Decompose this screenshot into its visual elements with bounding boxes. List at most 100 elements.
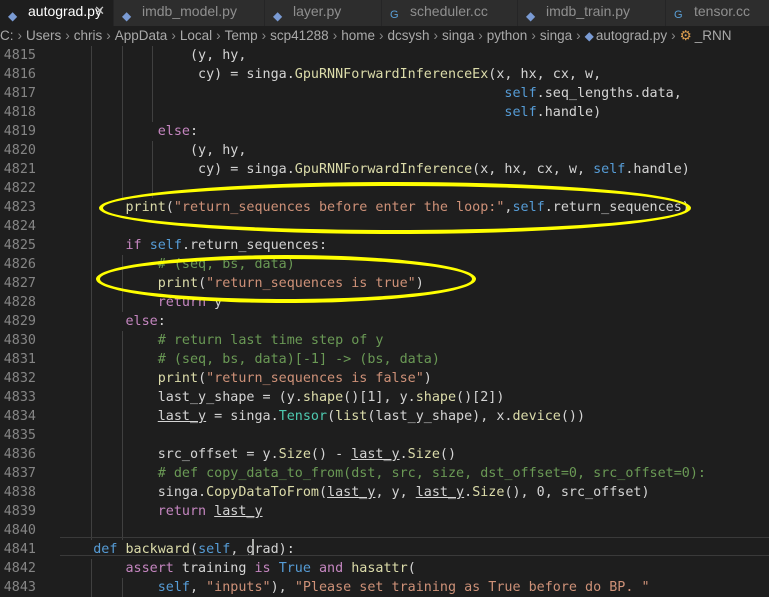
- chevron-right-icon: ›: [378, 28, 384, 43]
- tab-label: layer.py: [293, 3, 342, 19]
- tab-autograd-py[interactable]: ◆ autograd.py ✕: [0, 0, 113, 26]
- line-number: 4841: [3, 542, 36, 557]
- chevron-right-icon: ›: [433, 28, 439, 43]
- breadcrumb-item[interactable]: autograd.py: [596, 28, 667, 43]
- chevron-right-icon: ›: [261, 28, 267, 43]
- highlight-ellipse-print-before-loop: [99, 182, 691, 234]
- code-text: src_offset = y.Size() - last_y.Size(): [61, 447, 457, 462]
- text-cursor: [252, 539, 254, 555]
- breadcrumb-item[interactable]: Local: [180, 28, 212, 43]
- close-icon[interactable]: ✕: [94, 0, 105, 22]
- code-editor[interactable]: 4843 self, "inputs"), "Please set traini…: [0, 46, 769, 597]
- code-text: self.seq_lengths.data,: [504, 86, 682, 101]
- line-number: 4830: [3, 333, 36, 348]
- code-line[interactable]: 4818 self.handle): [0, 103, 769, 122]
- code-line[interactable]: 4839 return last_y: [0, 502, 769, 521]
- code-line[interactable]: 4825 if self.return_sequences:: [0, 236, 769, 255]
- line-number: 4822: [3, 181, 36, 196]
- code-line[interactable]: 4816 cy) = singa.GpuRNNForwardInferenceE…: [0, 65, 769, 84]
- line-number: 4831: [3, 352, 36, 367]
- line-number: 4840: [3, 523, 36, 538]
- line-number: 4826: [3, 257, 36, 272]
- code-line[interactable]: 4820 (y, hy,: [0, 141, 769, 160]
- code-line[interactable]: 4843 self, "inputs"), "Please set traini…: [0, 578, 769, 597]
- line-number: 4842: [3, 561, 36, 576]
- python-file-icon: ◆: [584, 29, 594, 43]
- chevron-right-icon: ›: [171, 28, 176, 43]
- tab-imdb-train-py[interactable]: ◆ imdb_train.py: [518, 0, 665, 26]
- code-line[interactable]: 4819 else:: [0, 122, 769, 141]
- line-number: 4836: [3, 447, 36, 462]
- breadcrumb-item[interactable]: _RNN: [695, 28, 732, 43]
- code-line[interactable]: 4835: [0, 426, 769, 445]
- tab-scheduler-cc[interactable]: G scheduler.cc: [382, 0, 517, 26]
- code-text: self.handle): [504, 105, 602, 120]
- chevron-right-icon: ›: [17, 28, 23, 43]
- tab-tensor-cc[interactable]: G tensor.cc: [666, 0, 769, 26]
- breadcrumb-item[interactable]: singa: [540, 28, 572, 43]
- tab-imdb-model-py[interactable]: ◆ imdb_model.py: [114, 0, 264, 26]
- breadcrumb-item[interactable]: chris: [74, 28, 103, 43]
- code-line[interactable]: 4836 src_offset = y.Size() - last_y.Size…: [0, 445, 769, 464]
- breadcrumb-item[interactable]: scp41288: [270, 28, 329, 43]
- breadcrumb-item[interactable]: singa: [442, 28, 474, 43]
- code-text: (y, hy,: [61, 143, 247, 158]
- chevron-right-icon: ›: [531, 28, 536, 43]
- code-line[interactable]: 4842 assert training is True and hasattr…: [0, 559, 769, 578]
- python-file-icon: ◆: [273, 9, 283, 23]
- tab-label: tensor.cc: [694, 3, 751, 19]
- current-line-highlight: [60, 537, 769, 556]
- line-number: 4817: [3, 86, 36, 101]
- code-line[interactable]: 4834 last_y = singa.Tensor(list(last_y_s…: [0, 407, 769, 426]
- tab-bar: ◆ autograd.py ✕ ◆ imdb_model.py ◆ layer.…: [0, 0, 769, 26]
- code-text: return last_y: [157, 504, 263, 519]
- code-text: self, "inputs"), "Please set training as…: [157, 580, 650, 595]
- breadcrumb-item[interactable]: AppData: [115, 28, 168, 43]
- python-file-icon: ◆: [122, 9, 132, 23]
- line-number: 4820: [3, 143, 36, 158]
- code-line[interactable]: 4815 (y, hy,: [0, 46, 769, 65]
- chevron-right-icon: ›: [671, 28, 676, 43]
- code-text: assert training is True and hasattr(: [125, 561, 416, 576]
- python-file-icon: ◆: [8, 9, 18, 23]
- code-text: last_y_shape = (y.shape()[1], y.shape()[…: [61, 390, 505, 405]
- breadcrumb-item[interactable]: python: [487, 28, 528, 43]
- code-line[interactable]: 4829 else:: [0, 312, 769, 331]
- code-line[interactable]: 4832 print("return_sequences is false"): [0, 369, 769, 388]
- code-line[interactable]: 4837 # def copy_data_to_from(dst, src, s…: [0, 464, 769, 483]
- chevron-right-icon: ›: [106, 28, 111, 43]
- breadcrumb-item[interactable]: Users: [26, 28, 61, 43]
- line-number: 4835: [3, 428, 36, 443]
- line-number: 4819: [3, 124, 36, 139]
- breadcrumb-item[interactable]: dcsysh: [387, 28, 429, 43]
- code-text: # def copy_data_to_from(dst, src, size, …: [157, 466, 706, 481]
- code-text: (y, hy,: [61, 48, 247, 63]
- breadcrumb-item[interactable]: C:: [0, 28, 14, 43]
- line-number: 4825: [3, 238, 36, 253]
- code-text: cy) = singa.GpuRNNForwardInferenceEx(x, …: [61, 67, 602, 82]
- line-number: 4832: [3, 371, 36, 386]
- code-line[interactable]: 4833 last_y_shape = (y.shape()[1], y.sha…: [0, 388, 769, 407]
- chevron-right-icon: ›: [216, 28, 221, 43]
- line-number: 4827: [3, 276, 36, 291]
- chevron-right-icon: ›: [65, 28, 70, 43]
- line-number: 4823: [3, 200, 36, 215]
- line-number: 4834: [3, 409, 36, 424]
- code-line[interactable]: 4831 # (seq, bs, data)[-1] -> (bs, data): [0, 350, 769, 369]
- code-line[interactable]: 4838 singa.CopyDataToFrom(last_y, y, las…: [0, 483, 769, 502]
- tab-layer-py[interactable]: ◆ layer.py: [265, 0, 381, 26]
- code-line[interactable]: 4830 # return last time step of y: [0, 331, 769, 350]
- code-line[interactable]: 4817 self.seq_lengths.data,: [0, 84, 769, 103]
- breadcrumb-item[interactable]: Temp: [225, 28, 258, 43]
- chevron-right-icon: ›: [332, 28, 338, 43]
- code-text: print("return_sequences is false"): [157, 371, 432, 386]
- code-line[interactable]: 4821 cy) = singa.GpuRNNForwardInference(…: [0, 160, 769, 179]
- tab-label: imdb_train.py: [546, 3, 631, 19]
- line-number: 4843: [3, 580, 36, 595]
- line-number: 4833: [3, 390, 36, 405]
- code-text: # return last time step of y: [157, 333, 384, 348]
- line-number: 4821: [3, 162, 36, 177]
- breadcrumb-item[interactable]: home: [341, 28, 375, 43]
- code-text: else:: [157, 124, 199, 139]
- tab-label: scheduler.cc: [410, 3, 488, 19]
